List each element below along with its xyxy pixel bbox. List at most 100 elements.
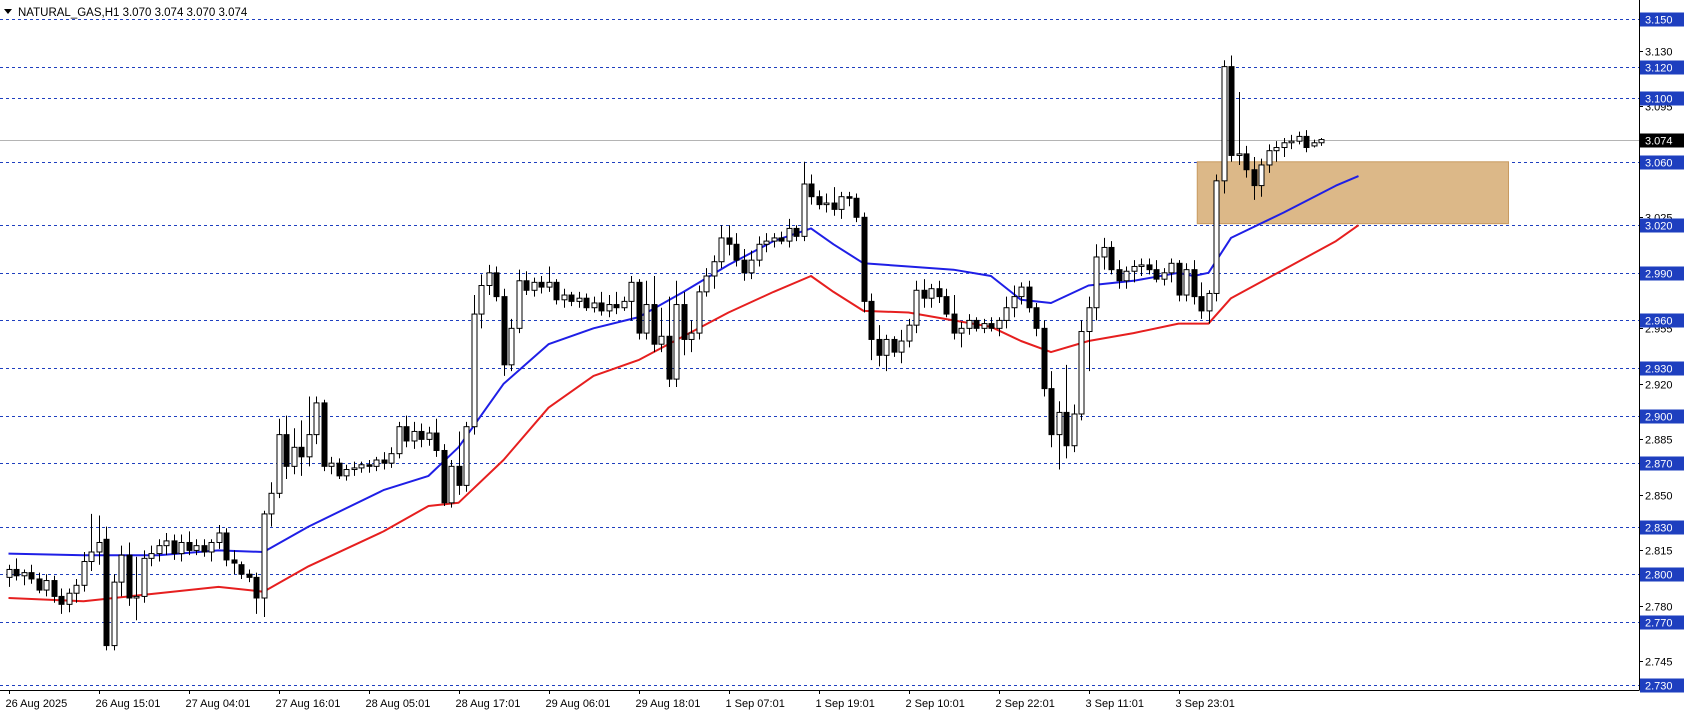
candle-body-bear bbox=[598, 302, 605, 312]
current-price-label-text: 3.074 bbox=[1645, 136, 1673, 148]
candle-body-bull bbox=[81, 561, 88, 586]
candle bbox=[141, 550, 148, 603]
candle-body-bear bbox=[1041, 327, 1048, 390]
candle bbox=[1213, 174, 1220, 302]
candle-body-bull bbox=[1101, 246, 1108, 258]
candle-body-bull bbox=[313, 402, 320, 436]
candle-body-bull bbox=[1273, 147, 1280, 152]
candle-body-bear bbox=[1026, 286, 1033, 309]
candle bbox=[321, 399, 328, 472]
candle-body-bear bbox=[868, 300, 875, 340]
candle-body-bear bbox=[583, 297, 590, 309]
candle-body-bull bbox=[276, 434, 283, 494]
candle-body-bear bbox=[1063, 411, 1070, 447]
candle-body-bull bbox=[1168, 262, 1175, 274]
candle-body-bull bbox=[591, 302, 598, 309]
candle-body-bear bbox=[613, 304, 620, 309]
price-tick-label: 2.885 bbox=[1645, 435, 1673, 447]
price-tick-label: 2.920 bbox=[1645, 380, 1673, 392]
candle-body-bear bbox=[973, 319, 980, 329]
candle-body-bear bbox=[418, 430, 425, 440]
time-tick-label: 3 Sep 23:01 bbox=[1176, 698, 1235, 710]
candle-body-bear bbox=[988, 323, 995, 329]
candle-body-bear bbox=[403, 426, 410, 442]
candle-body-bear bbox=[943, 296, 950, 315]
candle-body-bull bbox=[1266, 150, 1273, 166]
candle bbox=[448, 460, 455, 508]
candle bbox=[501, 288, 508, 376]
candle-body-bull bbox=[351, 467, 358, 471]
candle-body-bull bbox=[388, 453, 395, 464]
candle-body-bull bbox=[643, 304, 650, 334]
candle-body-bear bbox=[568, 294, 575, 302]
candle-body-bull bbox=[576, 297, 583, 302]
candle-body-bull bbox=[1056, 411, 1063, 436]
candle-body-bear bbox=[553, 281, 560, 301]
candle-body-bull bbox=[1213, 180, 1220, 294]
level-label: 2.770 bbox=[1645, 618, 1673, 630]
candle-body-bull bbox=[73, 584, 80, 594]
candle-body-bear bbox=[493, 272, 500, 298]
candle-body-bull bbox=[1221, 66, 1228, 182]
time-tick-label: 27 Aug 16:01 bbox=[276, 698, 341, 710]
candle-body-bear bbox=[501, 296, 508, 366]
candle-body-bull bbox=[958, 327, 965, 334]
price-tick-label: 2.850 bbox=[1645, 491, 1673, 503]
candle-body-bull bbox=[118, 554, 125, 583]
level-label: 2.990 bbox=[1645, 269, 1673, 281]
candle-body-bear bbox=[891, 338, 898, 353]
candle bbox=[1228, 55, 1235, 162]
candle-body-bear bbox=[793, 227, 800, 237]
candle-body-bull bbox=[358, 464, 365, 469]
candle-body-bear bbox=[441, 449, 448, 504]
level-label: 2.730 bbox=[1645, 681, 1673, 693]
candle-body-bull bbox=[1138, 264, 1145, 267]
candle-body-bear bbox=[231, 559, 238, 564]
candle-body-bull bbox=[471, 313, 478, 428]
chart-header: NATURAL_GAS,H1 3.070 3.074 3.070 3.074 bbox=[4, 7, 248, 19]
candle-body-bull bbox=[193, 545, 200, 551]
candle-body-bear bbox=[1033, 307, 1040, 329]
candle-body-bull bbox=[111, 581, 118, 647]
level-label: 3.060 bbox=[1645, 158, 1673, 170]
candle-body-bull bbox=[913, 289, 920, 326]
candle-body-bull bbox=[148, 553, 155, 559]
candle bbox=[1078, 320, 1085, 421]
candle-body-bull bbox=[801, 183, 808, 237]
candle-body-bull bbox=[718, 237, 725, 263]
candle-body-bull bbox=[906, 324, 913, 342]
candle-body-bull bbox=[163, 540, 170, 547]
candle-body-bull bbox=[883, 338, 890, 356]
candle-body-bull bbox=[508, 327, 515, 366]
chart-window[interactable]: 3.1303.0953.0252.9902.9552.9202.8852.850… bbox=[0, 0, 1686, 713]
candle-body-bull bbox=[478, 285, 485, 315]
price-chart[interactable]: 3.1303.0953.0252.9902.9552.9202.8852.850… bbox=[0, 0, 1686, 713]
candle-body-bear bbox=[366, 464, 373, 467]
candle-body-bull bbox=[531, 281, 538, 291]
candle-body-bear bbox=[741, 259, 748, 274]
candle-body-bull bbox=[448, 465, 455, 504]
chart-background bbox=[0, 0, 1686, 713]
candle-body-bear bbox=[853, 197, 860, 218]
candle-body-bull bbox=[486, 272, 493, 287]
candle-body-bear bbox=[1191, 269, 1198, 298]
time-tick-label: 28 Aug 05:01 bbox=[366, 698, 431, 710]
level-label: 2.930 bbox=[1645, 364, 1673, 376]
candle-body-bear bbox=[681, 304, 688, 340]
candle-body-bear bbox=[283, 434, 290, 467]
candle-body-bull bbox=[88, 551, 95, 563]
zone-rectangle bbox=[1196, 161, 1509, 225]
price-tick-label: 3.130 bbox=[1645, 47, 1673, 59]
candle-body-bear bbox=[126, 554, 133, 599]
candle-body-bear bbox=[1146, 264, 1153, 271]
candle-body-bull bbox=[1311, 142, 1318, 147]
level-label: 2.900 bbox=[1645, 412, 1673, 424]
candle-body-bear bbox=[733, 243, 740, 261]
candle-body-bull bbox=[463, 426, 470, 486]
current-price-label: 3.074 bbox=[1640, 133, 1684, 148]
candle-body-bear bbox=[846, 196, 853, 199]
level-label: 3.120 bbox=[1645, 63, 1673, 75]
candle-body-bear bbox=[921, 289, 928, 299]
candle-body-bull bbox=[133, 595, 140, 599]
candle-body-bull bbox=[1011, 296, 1018, 309]
